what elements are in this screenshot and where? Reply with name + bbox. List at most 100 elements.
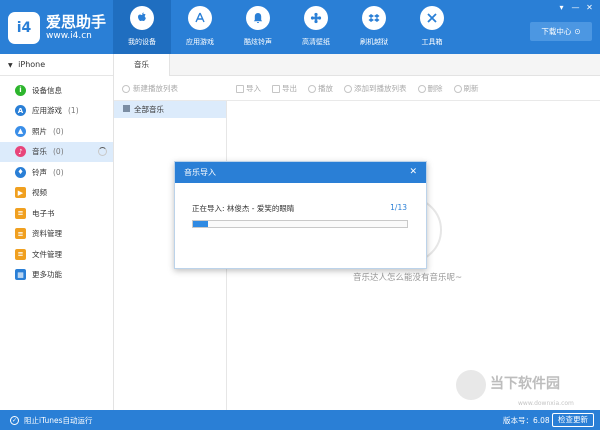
sidebar-item-label: 电子书 — [32, 208, 55, 218]
sidebar-item-icon: A — [15, 105, 26, 117]
main-nav: 我的设备 应用游戏 酷炫铃声 高清壁纸 刷机越狱 工具箱 — [113, 0, 461, 54]
sidebar-item-count: (0) — [53, 167, 64, 177]
tool-button-label: 导入 — [246, 84, 261, 93]
top-bar: i4 爱思助手 www.i4.cn 我的设备 应用游戏 酷炫铃声 高清壁纸 刷机… — [0, 0, 600, 54]
sidebar-item-icon: ≡ — [15, 207, 26, 219]
sidebar-item[interactable]: i 设备信息 — [0, 80, 113, 101]
sidebar-item-label: 音乐 — [32, 147, 47, 157]
tool-button-label: 添加到播放列表 — [354, 84, 407, 93]
version-label: 版本号：6.08 — [503, 416, 550, 425]
app-logo: i4 爱思助手 www.i4.cn — [8, 12, 106, 44]
menu-icon[interactable]: ▾ — [557, 3, 566, 12]
sidebar-item-icon: ≡ — [15, 228, 26, 240]
device-selector[interactable]: ▼ iPhone — [0, 54, 113, 76]
sidebar-item-icon: ♦ — [15, 166, 26, 178]
sidebar-item-icon: ≡ — [15, 248, 26, 260]
sidebar-item[interactable]: ≡ 文件管理 — [0, 244, 113, 265]
tool-icon — [344, 84, 352, 93]
close-icon[interactable]: ✕ — [585, 3, 594, 12]
import-progress-bar — [192, 220, 408, 228]
playlist-label: 全部音乐 — [134, 105, 164, 114]
sidebar-item-label: 视频 — [32, 188, 47, 198]
device-name: iPhone — [18, 60, 46, 69]
sidebar-item-label: 文件管理 — [32, 249, 62, 259]
close-icon[interactable]: ✕ — [409, 162, 417, 183]
sidebar-item-label: 应用游戏 — [32, 106, 62, 116]
apple-icon — [130, 6, 154, 30]
tool-button-label: 删除 — [427, 84, 443, 93]
tab-music[interactable]: 音乐 — [114, 54, 170, 76]
playlist-all-music[interactable]: 全部音乐 — [114, 101, 226, 118]
import-progress-fill — [193, 221, 208, 227]
nav-label: 高清壁纸 — [302, 38, 330, 46]
sidebar-item[interactable]: ≡ 资料管理 — [0, 224, 113, 245]
sidebar-item[interactable]: ≡ 电子书 — [0, 203, 113, 224]
nav-toolbox[interactable]: 工具箱 — [403, 0, 461, 54]
sidebar-item[interactable]: ♪ 音乐 (0) — [0, 141, 113, 162]
nav-ringtones[interactable]: 酷炫铃声 — [229, 0, 287, 54]
download-center-label: 下载中心 — [541, 27, 572, 36]
nav-apps-games[interactable]: 应用游戏 — [171, 0, 229, 54]
logo-mark: i4 — [8, 12, 40, 44]
watermark: 当下软件园 www.downxia.com — [456, 370, 596, 410]
nav-flash-jailbreak[interactable]: 刷机越狱 — [345, 0, 403, 54]
check-update-button[interactable]: 检查更新 — [552, 413, 594, 427]
tool-button[interactable]: 删除 — [417, 83, 443, 94]
tool-icon — [236, 84, 244, 93]
sidebar-item[interactable]: ♦ 铃声 (0) — [0, 162, 113, 183]
sidebar-item-icon: ▲ — [15, 125, 26, 137]
tool-button[interactable]: 导入 — [236, 83, 261, 94]
dialog-title-bar: 音乐导入 ✕ — [175, 162, 426, 183]
sidebar-item[interactable]: ▶ 视频 — [0, 183, 113, 204]
nav-my-device[interactable]: 我的设备 — [113, 0, 171, 54]
sidebar-item-label: 设备信息 — [32, 85, 62, 95]
sidebar-item-label: 铃声 — [32, 167, 47, 177]
sidebar-item[interactable]: ▦ 更多功能 — [0, 265, 113, 286]
sidebar-item-count: (0) — [53, 126, 64, 136]
sidebar-item-count: (1) — [68, 106, 79, 116]
sidebar-item-icon: i — [15, 84, 26, 96]
content-tab-bar: 音乐 — [114, 54, 600, 76]
tool-button[interactable]: 添加到播放列表 — [344, 83, 407, 94]
sidebar-item-label: 资料管理 — [32, 229, 62, 239]
sidebar: ▼ iPhone i 设备信息 A 应用游戏 (1) ▲ 照片 (0) ♪ 音乐 (0) ♦ 铃声 (0)… — [0, 54, 114, 410]
tool-button[interactable]: 刷新 — [453, 83, 479, 94]
import-status: 正在导入: 林俊杰 - 爱笑的眼睛 — [192, 204, 295, 213]
tool-button[interactable]: 播放 — [308, 83, 333, 94]
new-playlist-button[interactable]: 新建播放列表 — [122, 83, 178, 94]
tool-buttons: 导入 导出 播放 添加到播放列表 删除 刷新 — [236, 83, 479, 94]
import-count: 1/13 — [390, 203, 407, 212]
sidebar-item-icon: ▶ — [15, 187, 26, 199]
tool-button[interactable]: 导出 — [272, 83, 297, 94]
nav-label: 工具箱 — [421, 38, 443, 46]
block-itunes-toggle[interactable]: ✓ 阻止iTunes自动运行 — [10, 415, 93, 426]
app-store-icon — [188, 6, 212, 30]
dropbox-icon — [362, 6, 386, 30]
status-bar: ✓ 阻止iTunes自动运行 版本号：6.08 检查更新 — [0, 410, 600, 430]
music-import-dialog: 音乐导入 ✕ 正在导入: 林俊杰 - 爱笑的眼睛 1/13 — [174, 161, 427, 269]
sidebar-item-label: 更多功能 — [32, 270, 62, 280]
app-name: 爱思助手 — [46, 13, 107, 31]
plus-circle-icon — [122, 84, 130, 93]
tool-icon — [272, 84, 280, 93]
music-toolbar: 新建播放列表 导入 导出 播放 添加到播放列表 删除 刷新 — [114, 77, 600, 101]
sidebar-list: i 设备信息 A 应用游戏 (1) ▲ 照片 (0) ♪ 音乐 (0) ♦ 铃声 (0) ▶ 视频 ≡ 电子书 ≡ 资… — [0, 80, 113, 285]
music-list-icon — [123, 105, 130, 112]
minimize-icon[interactable]: — — [571, 3, 580, 12]
sidebar-item[interactable]: A 应用游戏 (1) — [0, 101, 113, 122]
sidebar-item[interactable]: ▲ 照片 (0) — [0, 121, 113, 142]
nav-wallpapers[interactable]: 高清壁纸 — [287, 0, 345, 54]
check-circle-icon: ✓ — [10, 416, 19, 425]
new-playlist-label: 新建播放列表 — [133, 84, 178, 93]
loading-spinner-icon — [98, 147, 107, 157]
download-center-button[interactable]: 下载中心 ⊙ — [530, 22, 592, 41]
window-controls: ▾ — ✕ — [557, 3, 594, 12]
bell-icon — [246, 6, 270, 30]
watermark-logo-icon — [456, 370, 486, 400]
nav-label: 刷机越狱 — [360, 38, 388, 46]
tool-button-label: 播放 — [318, 84, 333, 93]
sidebar-item-icon: ♪ — [15, 146, 26, 158]
sidebar-item-icon: ▦ — [15, 269, 26, 281]
block-itunes-label: 阻止iTunes自动运行 — [24, 416, 93, 425]
app-url: www.i4.cn — [46, 31, 92, 41]
